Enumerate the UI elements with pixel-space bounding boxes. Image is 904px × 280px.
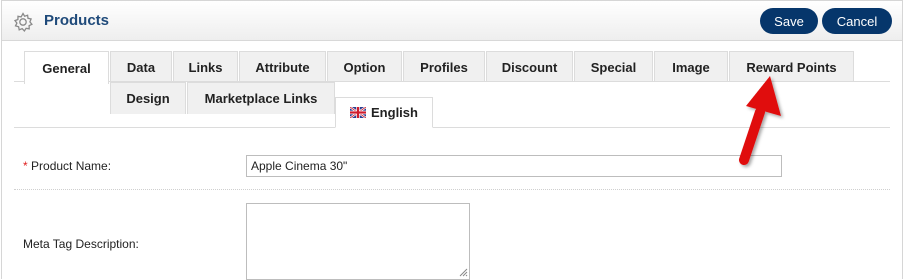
tab-language-english[interactable]: English xyxy=(335,97,433,128)
tab-special[interactable]: Special xyxy=(574,51,653,82)
meta-description-textarea[interactable] xyxy=(246,203,470,280)
tab-discount[interactable]: Discount xyxy=(486,51,573,82)
resize-grip-icon[interactable] xyxy=(458,267,468,277)
uk-flag-icon xyxy=(350,107,367,118)
tab-divider xyxy=(14,81,890,82)
tab-marketplace-links[interactable]: Marketplace Links xyxy=(187,82,335,114)
tab-links[interactable]: Links xyxy=(173,51,238,82)
meta-description-label: Meta Tag Description: xyxy=(23,237,139,251)
product-name-label-text: Product Name: xyxy=(31,159,112,173)
tab-general[interactable]: General xyxy=(24,51,109,84)
language-tab-divider xyxy=(14,127,890,128)
tab-profiles[interactable]: Profiles xyxy=(403,51,485,82)
tab-design[interactable]: Design xyxy=(110,82,186,114)
tab-data[interactable]: Data xyxy=(110,51,172,82)
product-name-input[interactable] xyxy=(246,155,782,177)
product-form-panel: Products Save Cancel General Data Links … xyxy=(1,0,903,280)
required-marker: * xyxy=(23,159,28,173)
tab-attribute[interactable]: Attribute xyxy=(239,51,326,82)
tab-option[interactable]: Option xyxy=(327,51,402,82)
tab-reward-points[interactable]: Reward Points xyxy=(729,51,854,82)
product-name-label: * Product Name: xyxy=(23,159,111,173)
language-tab-label: English xyxy=(371,105,418,120)
tab-image[interactable]: Image xyxy=(654,51,728,82)
row-divider xyxy=(14,189,890,190)
